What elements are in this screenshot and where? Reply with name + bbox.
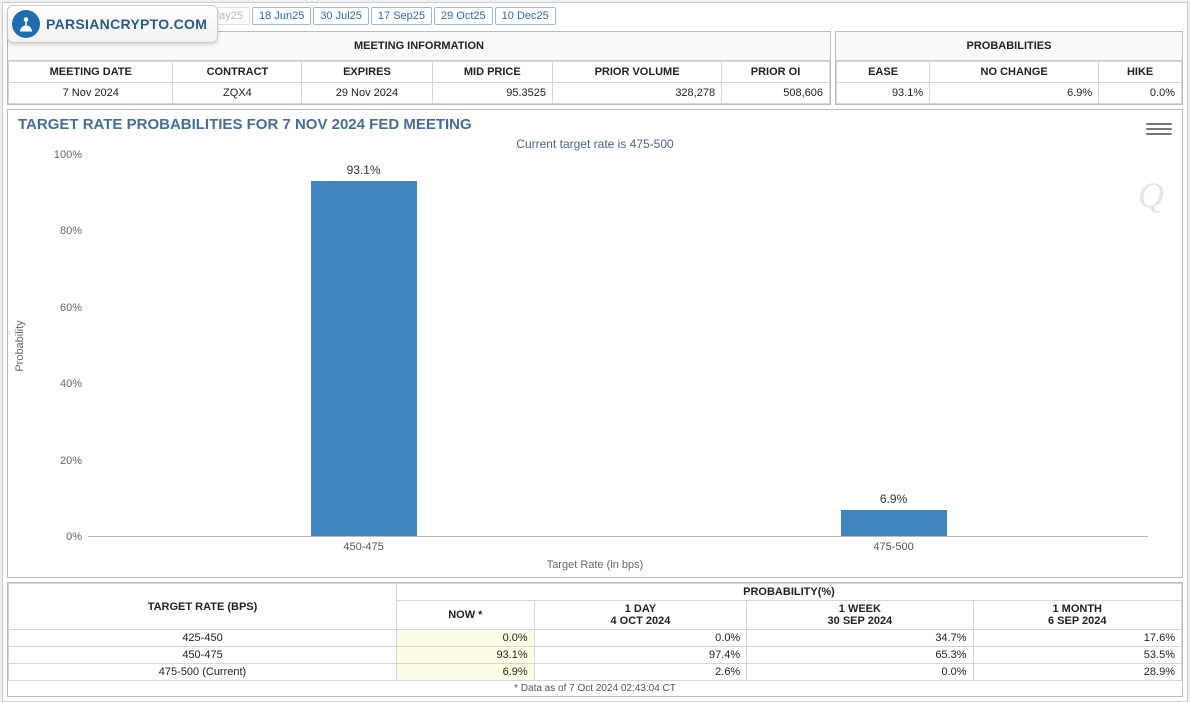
- mi-expires: 29 Nov 2024: [302, 83, 432, 104]
- chart-x-categories: 450-475 475-500: [88, 541, 1148, 557]
- probability-table-panel: TARGET RATE (BPS)PROBABILITY(%)NOW *1 DA…: [7, 582, 1183, 697]
- watermark-text: PARSIANCRYPTO.COM: [46, 16, 207, 32]
- bar-450-475[interactable]: [311, 181, 417, 536]
- mi-header: PRIOR OI: [722, 62, 830, 83]
- chart-y-axis: Probability 0%20%40%60%80%100%: [14, 155, 82, 537]
- pt-col-group: PROBABILITY(%): [397, 584, 1182, 601]
- bar-value-label: 6.9%: [841, 492, 947, 506]
- tab-10dec25[interactable]: 10 Dec25: [495, 7, 556, 25]
- watermark-badge: PARSIANCRYPTO.COM: [7, 5, 218, 43]
- y-tick: 100%: [14, 149, 82, 161]
- pt-time-col: 1 WEEK30 SEP 2024: [747, 601, 973, 630]
- pt-rate: 475-500 (Current): [9, 664, 397, 681]
- bar-value-label: 93.1%: [311, 163, 417, 177]
- tab-29oct25[interactable]: 29 Oct25: [434, 7, 493, 25]
- mi-header: PRIOR VOLUME: [553, 62, 722, 83]
- mi-header: EXPIRES: [302, 62, 432, 83]
- x-category: 450-475: [343, 541, 383, 553]
- pt-col-rate: TARGET RATE (BPS): [9, 584, 397, 630]
- y-tick: 80%: [14, 225, 82, 237]
- chart-subtitle: Current target rate is 475-500: [8, 137, 1182, 151]
- site-logo-icon: [12, 10, 40, 38]
- pt-cell: 0.0%: [534, 630, 747, 647]
- chart-menu-icon[interactable]: [1146, 118, 1172, 140]
- x-category: 475-500: [873, 541, 913, 553]
- pt-cell: 93.1%: [397, 647, 535, 664]
- probability-table: TARGET RATE (BPS)PROBABILITY(%)NOW *1 DA…: [8, 583, 1182, 681]
- chart-title: TARGET RATE PROBABILITIES FOR 7 NOV 2024…: [8, 110, 1182, 139]
- pt-rate: 450-475: [9, 647, 397, 664]
- mi-contract: ZQX4: [173, 83, 302, 104]
- pt-cell: 6.9%: [397, 664, 535, 681]
- pr-header: HIKE: [1099, 62, 1182, 83]
- pt-time-col: 1 MONTH6 SEP 2024: [973, 601, 1181, 630]
- tab-18jun25[interactable]: 18 Jun25: [252, 7, 311, 25]
- probabilities-title: PROBABILITIES: [836, 32, 1182, 61]
- tab-17sep25[interactable]: 17 Sep25: [371, 7, 432, 25]
- pt-cell: 0.0%: [397, 630, 535, 647]
- pt-cell: 97.4%: [534, 647, 747, 664]
- chart-y-label: Probability: [14, 320, 26, 371]
- pt-cell: 0.0%: [747, 664, 973, 681]
- pt-cell: 53.5%: [973, 647, 1181, 664]
- mi-header: CONTRACT: [173, 62, 302, 83]
- y-tick: 40%: [14, 378, 82, 390]
- table-row: 425-4500.0%0.0%34.7%17.6%: [9, 630, 1182, 647]
- pt-time-col: 1 DAY4 OCT 2024: [534, 601, 747, 630]
- y-tick: 20%: [14, 455, 82, 467]
- mi-volume: 328,278: [553, 83, 722, 104]
- pt-cell: 2.6%: [534, 664, 747, 681]
- footnote: * Data as of 7 Oct 2024 02:43:04 CT: [8, 681, 1182, 696]
- pt-rate: 425-450: [9, 630, 397, 647]
- table-row: 475-500 (Current)6.9%2.6%0.0%28.9%: [9, 664, 1182, 681]
- tab-30jul25[interactable]: 30 Jul25: [313, 7, 369, 25]
- pr-header: EASE: [837, 62, 930, 83]
- table-row: 450-47593.1%97.4%65.3%53.5%: [9, 647, 1182, 664]
- pt-cell: 65.3%: [747, 647, 973, 664]
- bar-475-500[interactable]: [841, 510, 947, 536]
- mi-date: 7 Nov 2024: [9, 83, 173, 104]
- meeting-info-table: MEETING DATECONTRACTEXPIRESMID PRICEPRIO…: [8, 61, 830, 104]
- mi-oi: 508,606: [722, 83, 830, 104]
- y-tick: 0%: [14, 531, 82, 543]
- chart-panel: TARGET RATE PROBABILITIES FOR 7 NOV 2024…: [7, 109, 1183, 578]
- pt-cell: 17.6%: [973, 630, 1181, 647]
- y-tick: 60%: [14, 302, 82, 314]
- pt-cell: 28.9%: [973, 664, 1181, 681]
- probabilities-table: EASENO CHANGEHIKE 93.1% 6.9% 0.0%: [836, 61, 1182, 104]
- pr-nochange: 6.9%: [930, 83, 1099, 104]
- mi-header: MEETING DATE: [9, 62, 173, 83]
- pr-ease: 93.1%: [837, 83, 930, 104]
- probabilities-panel: PROBABILITIES EASENO CHANGEHIKE 93.1% 6.…: [835, 31, 1183, 105]
- mi-header: MID PRICE: [432, 62, 553, 83]
- pt-time-col: NOW *: [397, 601, 535, 630]
- pr-header: NO CHANGE: [930, 62, 1099, 83]
- chart-plot-area: 93.1% 6.9%: [88, 155, 1148, 537]
- mi-mid: 95.3525: [432, 83, 553, 104]
- pr-hike: 0.0%: [1099, 83, 1182, 104]
- chart-x-label: Target Rate (in bps): [14, 559, 1176, 571]
- chart-area: Probability 0%20%40%60%80%100% 93.1%6.9%…: [14, 155, 1176, 571]
- pt-cell: 34.7%: [747, 630, 973, 647]
